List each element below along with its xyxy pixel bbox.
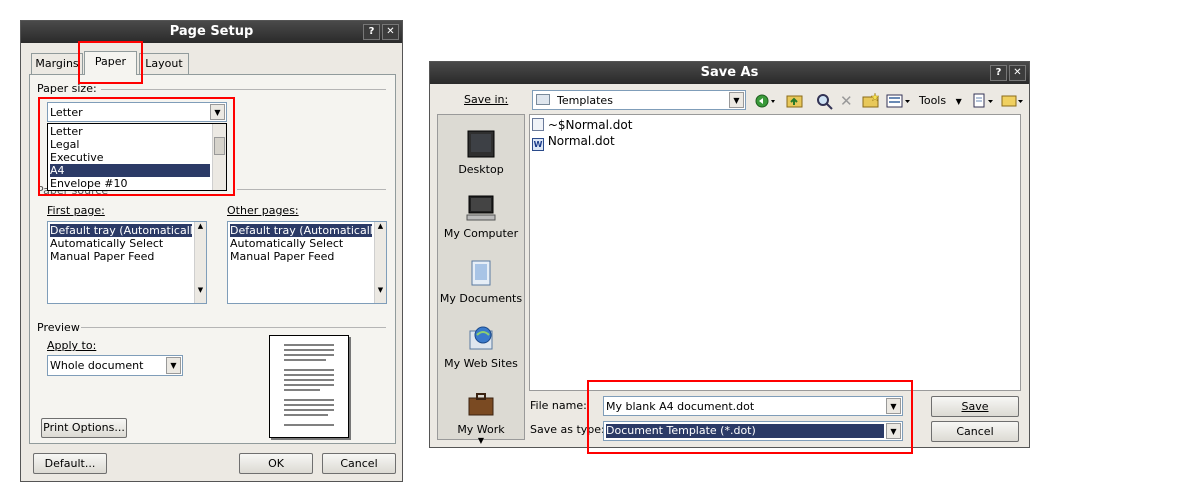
file-list[interactable]: ~$Normal.dot W Normal.dot <box>529 114 1021 391</box>
file-save-highlight <box>587 380 913 454</box>
place-my-computer[interactable]: My Computer <box>438 193 524 240</box>
page-setup-dialog: Page Setup ? ✕ Margins Paper Layout Pape… <box>20 20 403 482</box>
folder-menu-icon[interactable] <box>1000 92 1026 110</box>
paper-size-divider <box>101 89 386 90</box>
preview-divider <box>81 327 386 328</box>
file-row[interactable]: W Normal.dot <box>532 134 615 151</box>
other-pages-label: Other pages: <box>227 204 299 217</box>
page-setup-titlebar[interactable]: Page Setup ? ✕ <box>21 21 402 43</box>
apply-to-label: Apply to: <box>47 339 97 352</box>
place-my-work[interactable]: My Work ▼ <box>438 389 524 445</box>
paper-source-divider <box>237 189 386 190</box>
first-page-scrollbar[interactable]: ▲ ▼ <box>194 222 206 303</box>
tab-margins[interactable]: Margins <box>31 53 83 74</box>
word-template-icon: W <box>532 138 544 151</box>
save-as-title: Save As <box>700 65 759 80</box>
list-item[interactable]: Manual Paper Feed <box>50 250 192 263</box>
cancel-button[interactable]: Cancel <box>322 453 396 474</box>
documents-icon <box>471 260 491 286</box>
chevron-down-icon: ▼ <box>955 97 962 106</box>
place-my-documents[interactable]: My Documents <box>438 258 524 305</box>
list-item[interactable]: Automatically Select <box>50 237 192 250</box>
first-page-list[interactable]: Default tray (Automatically Se Automatic… <box>47 221 207 304</box>
save-in-label: Save in: <box>464 93 509 106</box>
place-my-computer-label: My Computer <box>443 227 519 240</box>
save-as-titlebar[interactable]: Save As ? ✕ <box>430 62 1029 84</box>
place-desktop[interactable]: Desktop <box>438 129 524 176</box>
tools-menu[interactable]: Tools ▼ <box>919 92 965 110</box>
default-button[interactable]: Default... <box>33 453 107 474</box>
tab-layout[interactable]: Layout <box>139 53 189 74</box>
paper-tab-highlight <box>78 41 143 84</box>
apply-to-combo[interactable]: Whole document <box>47 355 183 376</box>
folder-icon <box>536 94 550 105</box>
paper-size-highlight <box>38 97 235 196</box>
new-folder-icon[interactable] <box>862 92 880 110</box>
list-item[interactable]: Automatically Select <box>230 237 372 250</box>
globe-icon <box>469 326 493 350</box>
apply-to-value: Whole document <box>50 359 144 372</box>
file-name: ~$Normal.dot <box>547 118 633 132</box>
preview-lines-icon <box>284 344 334 426</box>
list-item-selected[interactable]: Default tray (Automatically Se <box>50 224 192 237</box>
close-button[interactable]: ✕ <box>382 24 399 40</box>
file-name-label-text: File name: <box>530 399 587 412</box>
places-bar: Desktop My Computer My Documents My Web … <box>437 114 525 445</box>
search-web-icon[interactable] <box>815 92 835 110</box>
chevron-down-icon[interactable]: ▼ <box>438 436 524 445</box>
back-icon[interactable] <box>754 92 778 110</box>
page-preview-thumbnail <box>269 335 349 438</box>
place-my-documents-label: My Documents <box>439 292 523 305</box>
help-button[interactable]: ? <box>363 24 380 40</box>
first-page-label: First page: <box>47 204 105 217</box>
help-button[interactable]: ? <box>990 65 1007 81</box>
file-row[interactable]: ~$Normal.dot <box>532 118 632 133</box>
other-pages-list[interactable]: Default tray (Automatically Se Automatic… <box>227 221 387 304</box>
delete-icon[interactable]: ✕ <box>840 92 856 110</box>
views-icon[interactable] <box>886 92 912 110</box>
desktop-icon <box>467 130 495 158</box>
cancel-button[interactable]: Cancel <box>931 421 1019 442</box>
close-button[interactable]: ✕ <box>1009 65 1026 81</box>
computer-icon <box>466 195 496 221</box>
other-pages-scrollbar[interactable]: ▲ ▼ <box>374 222 386 303</box>
file-name: Normal.dot <box>547 134 615 148</box>
save-button-label: Save <box>961 400 989 413</box>
print-options-button[interactable]: Print Options... <box>41 418 127 438</box>
save-in-combo[interactable]: Templates <box>532 90 746 110</box>
save-button[interactable]: Save <box>931 396 1019 417</box>
chevron-down-icon[interactable] <box>166 357 181 374</box>
word-template-icon <box>532 118 544 131</box>
place-my-work-label: My Work <box>457 423 505 436</box>
page-setup-title: Page Setup <box>169 24 254 39</box>
preview-label: Preview <box>37 321 80 334</box>
document-view-icon[interactable] <box>971 92 997 110</box>
up-folder-icon[interactable] <box>785 92 805 110</box>
chevron-down-icon[interactable] <box>729 92 744 108</box>
briefcase-icon <box>468 393 494 416</box>
save-in-value: Templates <box>557 94 613 107</box>
file-name-label: File name: <box>530 399 587 412</box>
place-my-web-sites[interactable]: My Web Sites <box>438 323 524 370</box>
ok-button[interactable]: OK <box>239 453 313 474</box>
place-my-web-sites-label: My Web Sites <box>444 357 518 370</box>
place-desktop-label: Desktop <box>458 163 504 176</box>
list-item[interactable]: Manual Paper Feed <box>230 250 372 263</box>
list-item-selected[interactable]: Default tray (Automatically Se <box>230 224 372 237</box>
tools-label: Tools <box>919 94 947 107</box>
